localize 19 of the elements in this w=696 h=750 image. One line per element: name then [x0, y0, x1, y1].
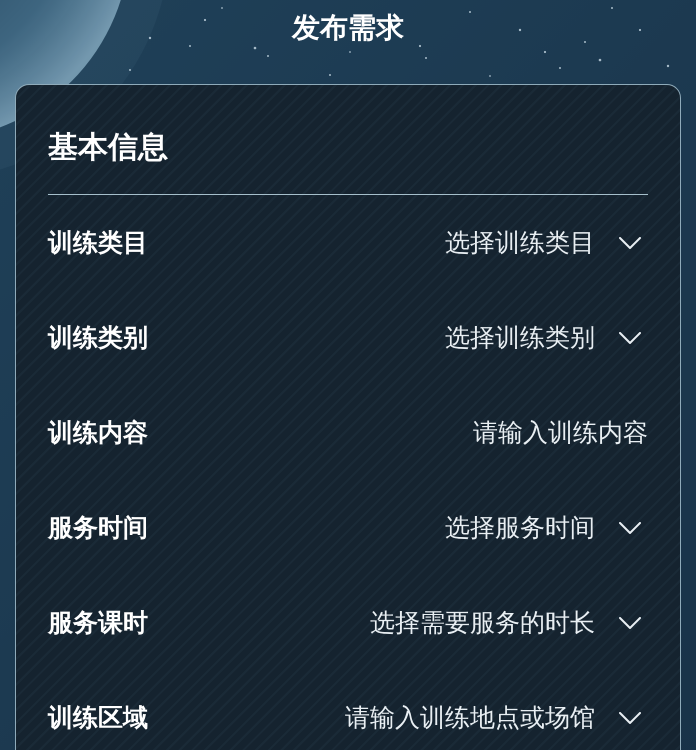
- field-label: 服务时间: [48, 512, 148, 544]
- field-label: 训练内容: [48, 416, 148, 448]
- section-title: 基本信息: [48, 129, 168, 167]
- field-label: 训练类别: [48, 322, 148, 354]
- dropdown-select[interactable]: 选择服务时间: [445, 510, 648, 544]
- dropdown-select[interactable]: 请输入训练地点或场馆: [345, 700, 648, 734]
- chevron-down-icon: [619, 616, 641, 628]
- dropdown-select[interactable]: 选择训练类目: [445, 226, 648, 260]
- field-label: 训练区域: [48, 702, 148, 734]
- chevron-down-icon: [619, 236, 641, 248]
- text-input-field[interactable]: 请输入训练内容: [328, 416, 648, 450]
- page-title: 发布需求: [292, 12, 404, 44]
- chevron-down-icon: [619, 712, 641, 724]
- dropdown-select[interactable]: 选择需要服务的时长: [370, 606, 648, 640]
- chevron-down-icon: [619, 332, 641, 344]
- field-label: 服务课时: [48, 606, 148, 638]
- field-label: 训练类目: [48, 226, 148, 258]
- dropdown-select[interactable]: 选择训练类别: [445, 320, 648, 354]
- chevron-down-icon: [619, 522, 641, 534]
